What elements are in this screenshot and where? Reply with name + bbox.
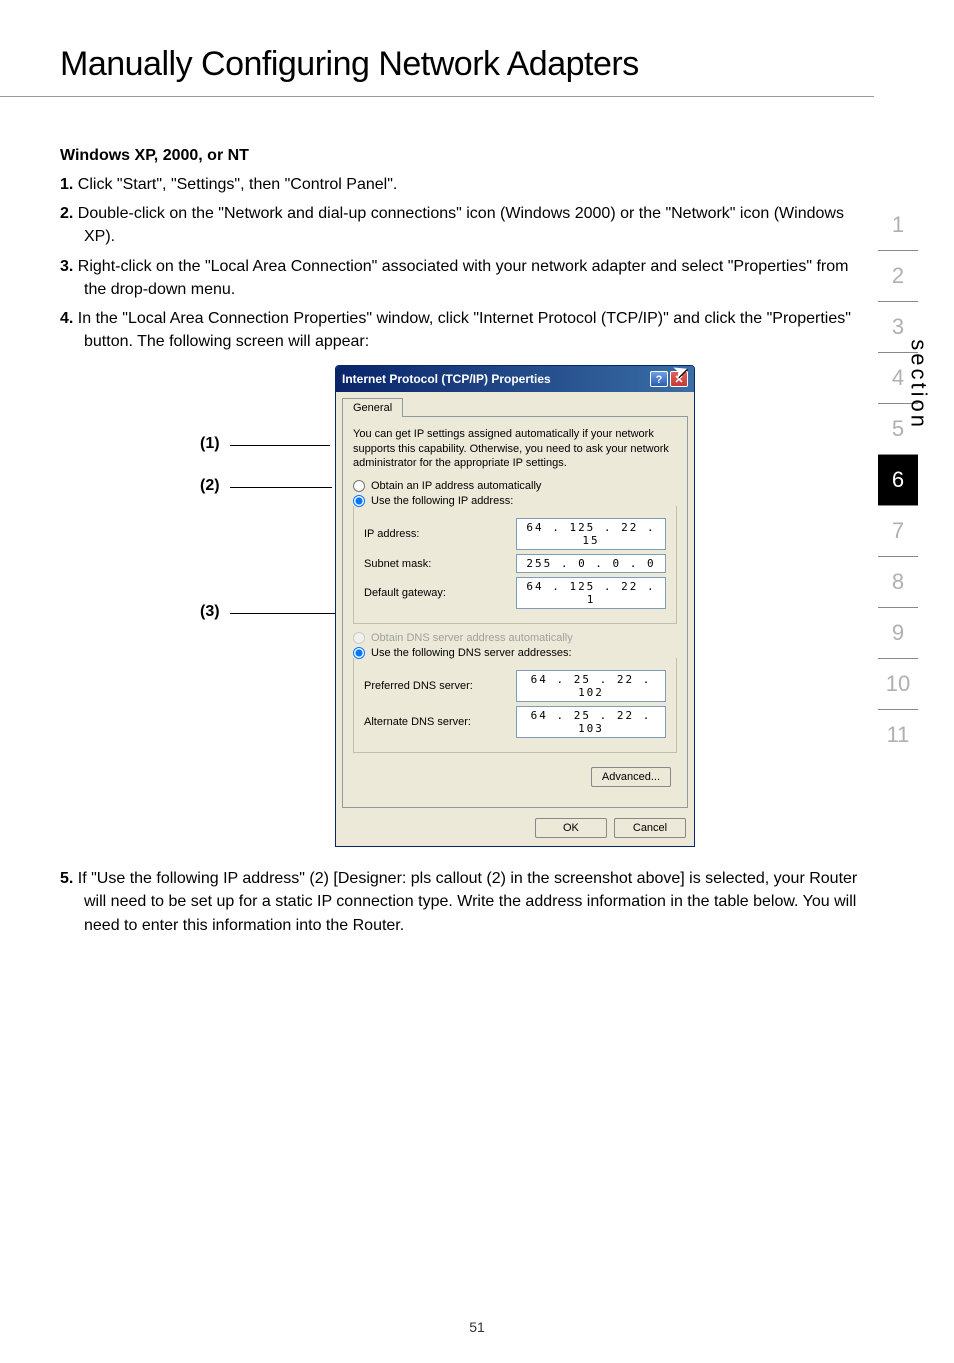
cancel-button[interactable]: Cancel (614, 818, 686, 838)
tab-general[interactable]: General (342, 398, 403, 417)
ok-button[interactable]: OK (535, 818, 607, 838)
page-number: 51 (0, 1319, 954, 1335)
screenshot-area: (1) (2) (3) Internet Protocol (TCP/IP) P… (60, 365, 864, 847)
callout-2: (2) (200, 477, 220, 495)
nav-9[interactable]: 9 (878, 607, 918, 658)
nav-2[interactable]: 2 (878, 250, 918, 301)
section-label: section (906, 339, 932, 430)
advanced-button[interactable]: Advanced... (591, 767, 671, 787)
dialog-title: Internet Protocol (TCP/IP) Properties (342, 372, 551, 386)
step-5: 5. If "Use the following IP address" (2)… (60, 867, 864, 937)
ip-group: IP address: 64 . 125 . 22 . 15 Subnet ma… (353, 506, 677, 624)
input-ip[interactable]: 64 . 125 . 22 . 15 (516, 518, 666, 550)
help-button[interactable]: ? (650, 371, 668, 387)
nav-8[interactable]: 8 (878, 556, 918, 607)
callout-line-1 (230, 445, 330, 446)
section-nav: 1 2 3 4 5 6 7 8 9 10 11 (878, 200, 918, 760)
step-4: 4. In the "Local Area Connection Propert… (60, 307, 864, 353)
dns-group: Preferred DNS server: 64 . 25 . 22 . 102… (353, 658, 677, 753)
callout-1: (1) (200, 435, 220, 453)
label-alt-dns: Alternate DNS server: (364, 716, 471, 728)
nav-6[interactable]: 6 (878, 454, 918, 505)
input-gateway[interactable]: 64 . 125 . 22 . 1 (516, 577, 666, 609)
label-subnet: Subnet mask: (364, 558, 431, 570)
input-alt-dns[interactable]: 64 . 25 . 22 . 103 (516, 706, 666, 738)
subheading: Windows XP, 2000, or NT (60, 147, 864, 165)
callout-3: (3) (200, 603, 220, 621)
callout-line-3 (230, 613, 335, 614)
label-pref-dns: Preferred DNS server: (364, 680, 473, 692)
page-title: Manually Configuring Network Adapters (0, 0, 874, 97)
radio-obtain-dns-input (353, 632, 365, 644)
radio-obtain-ip[interactable]: Obtain an IP address automatically (353, 480, 677, 492)
label-gateway: Default gateway: (364, 587, 446, 599)
input-pref-dns[interactable]: 64 . 25 . 22 . 102 (516, 670, 666, 702)
steps-list-continued: 5. If "Use the following IP address" (2)… (60, 867, 864, 937)
steps-list: 1. Click "Start", "Settings", then "Cont… (60, 173, 864, 353)
radio-obtain-ip-input[interactable] (353, 480, 365, 492)
nav-7[interactable]: 7 (878, 505, 918, 556)
nav-11[interactable]: 11 (878, 709, 918, 760)
step-1: 1. Click "Start", "Settings", then "Cont… (60, 173, 864, 196)
input-subnet[interactable]: 255 . 0 . 0 . 0 (516, 554, 666, 573)
radio-obtain-dns: Obtain DNS server address automatically (353, 632, 677, 644)
step-3: 3. Right-click on the "Local Area Connec… (60, 255, 864, 301)
titlebar[interactable]: Internet Protocol (TCP/IP) Properties ➤ … (336, 366, 694, 392)
tcpip-properties-dialog: Internet Protocol (TCP/IP) Properties ➤ … (335, 365, 695, 847)
nav-1[interactable]: 1 (878, 200, 918, 250)
step-2: 2. Double-click on the "Network and dial… (60, 202, 864, 248)
dialog-description: You can get IP settings assigned automat… (353, 427, 677, 470)
label-ip: IP address: (364, 528, 419, 540)
nav-10[interactable]: 10 (878, 658, 918, 709)
callout-line-2 (230, 487, 332, 488)
